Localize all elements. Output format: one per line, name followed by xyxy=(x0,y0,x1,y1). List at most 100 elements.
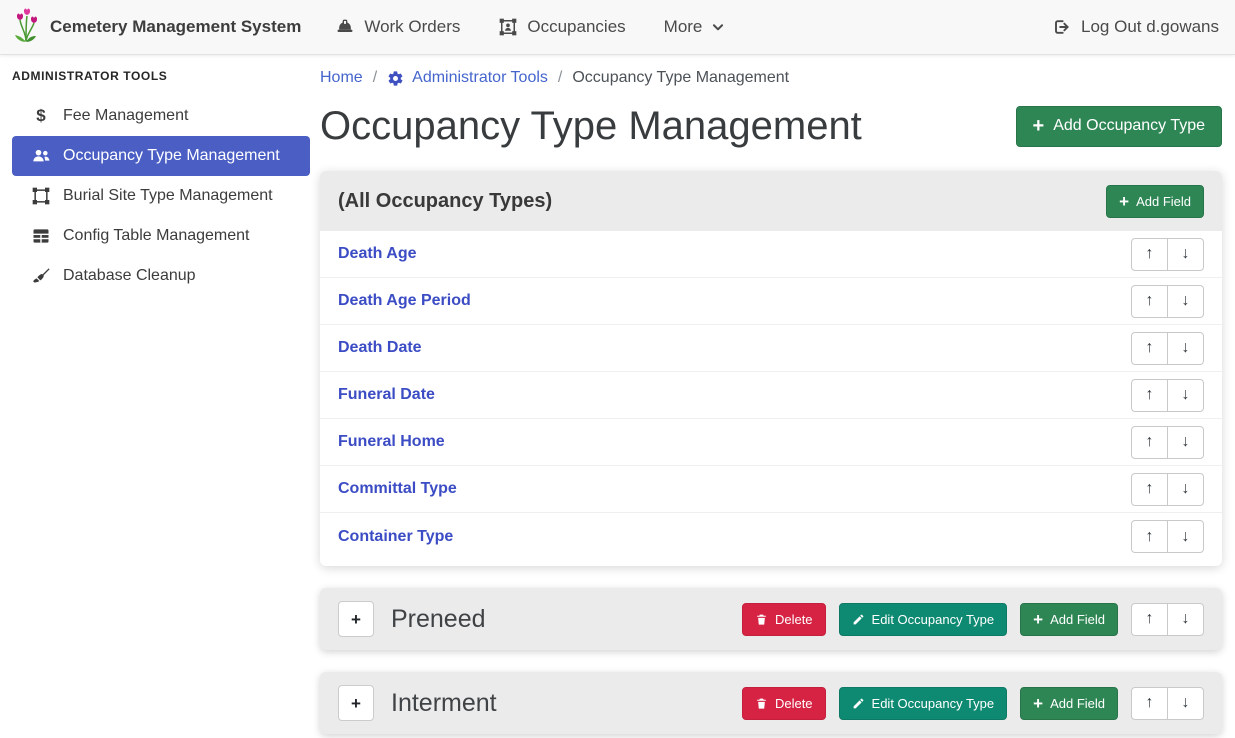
move-up-button[interactable]: ↑ xyxy=(1131,473,1168,506)
field-link-funeral-home[interactable]: Funeral Home xyxy=(338,433,445,451)
sidebar: Administrator Tools $ Fee Management Occ… xyxy=(0,55,320,738)
all-types-card-title: (All Occupancy Types) xyxy=(338,190,552,213)
top-navbar: Cemetery Management System Work Orders xyxy=(0,0,1235,55)
expand-button[interactable]: + xyxy=(338,601,374,637)
field-link-container-type[interactable]: Container Type xyxy=(338,528,453,546)
delete-button[interactable]: Delete xyxy=(742,687,826,720)
reorder-controls: ↑ ↓ xyxy=(1131,603,1204,636)
breadcrumb: Home / Administrator Tools / Occupancy T… xyxy=(320,69,1222,87)
move-up-button[interactable]: ↑ xyxy=(1131,426,1168,459)
logout-label: Log Out d.gowans xyxy=(1081,17,1219,37)
move-down-button[interactable]: ↓ xyxy=(1167,238,1204,271)
up-arrow-icon: ↑ xyxy=(1146,611,1154,627)
down-arrow-icon: ↓ xyxy=(1182,434,1190,450)
move-down-button[interactable]: ↓ xyxy=(1167,520,1204,553)
expand-button[interactable]: + xyxy=(338,685,374,721)
main-content: Home / Administrator Tools / Occupancy T… xyxy=(320,55,1235,738)
move-down-button[interactable]: ↓ xyxy=(1167,603,1204,636)
move-up-button[interactable]: ↑ xyxy=(1131,603,1168,636)
add-field-button[interactable]: + Add Field xyxy=(1106,185,1204,218)
sidebar-item-burial-site-type-management[interactable]: Burial Site Type Management xyxy=(12,176,310,216)
broom-icon xyxy=(30,266,52,286)
brand[interactable]: Cemetery Management System xyxy=(12,7,301,48)
page-header: Occupancy Type Management + Add Occupanc… xyxy=(320,103,1222,149)
move-down-button[interactable]: ↓ xyxy=(1167,473,1204,506)
sidebar-item-database-cleanup[interactable]: Database Cleanup xyxy=(12,256,310,296)
add-field-label: Add Field xyxy=(1050,612,1105,627)
field-link-death-age-period[interactable]: Death Age Period xyxy=(338,292,471,310)
move-up-button[interactable]: ↑ xyxy=(1131,332,1168,365)
move-up-button[interactable]: ↑ xyxy=(1131,238,1168,271)
field-link-committal-type[interactable]: Committal Type xyxy=(338,480,457,498)
move-down-button[interactable]: ↓ xyxy=(1167,332,1204,365)
field-row: Death Age ↑ ↓ xyxy=(320,231,1222,278)
delete-button[interactable]: Delete xyxy=(742,603,826,636)
down-arrow-icon: ↓ xyxy=(1182,340,1190,356)
up-arrow-icon: ↑ xyxy=(1146,293,1154,309)
reorder-controls: ↑ ↓ xyxy=(1131,426,1204,459)
field-row: Death Age Period ↑ ↓ xyxy=(320,278,1222,325)
sidebar-item-label: Config Table Management xyxy=(63,227,250,245)
gear-icon xyxy=(387,70,404,87)
reorder-controls: ↑ ↓ xyxy=(1131,473,1204,506)
nav-item-label: Work Orders xyxy=(364,17,460,37)
section-title: Preneed xyxy=(391,605,486,634)
field-row: Death Date ↑ ↓ xyxy=(320,325,1222,372)
vector-square-icon xyxy=(30,186,52,206)
breadcrumb-separator: / xyxy=(373,69,377,87)
add-occupancy-type-button[interactable]: + Add Occupancy Type xyxy=(1016,106,1222,147)
field-link-death-date[interactable]: Death Date xyxy=(338,339,422,357)
pencil-icon xyxy=(852,613,865,626)
add-field-button[interactable]: + Add Field xyxy=(1020,603,1118,636)
nav-item-more[interactable]: More xyxy=(664,17,726,37)
up-arrow-icon: ↑ xyxy=(1146,481,1154,497)
navbar-links: Work Orders Occupancies M xyxy=(335,17,725,37)
section-actions: Delete Edit Occupancy Type + Add Field ↑ xyxy=(742,687,1204,720)
field-row: Funeral Home ↑ ↓ xyxy=(320,419,1222,466)
move-down-button[interactable]: ↓ xyxy=(1167,285,1204,318)
edit-occupancy-type-button[interactable]: Edit Occupancy Type xyxy=(839,603,1008,636)
sidebar-item-config-table-management[interactable]: Config Table Management xyxy=(12,216,310,256)
dollar-icon: $ xyxy=(30,106,52,126)
reorder-controls: ↑ ↓ xyxy=(1131,520,1204,553)
down-arrow-icon: ↓ xyxy=(1182,695,1190,711)
up-arrow-icon: ↑ xyxy=(1146,340,1154,356)
plus-icon: + xyxy=(1119,193,1129,210)
breadcrumb-admin-tools-link[interactable]: Administrator Tools xyxy=(387,69,548,87)
add-occupancy-type-label: Add Occupancy Type xyxy=(1053,117,1205,135)
page-title: Occupancy Type Management xyxy=(320,103,862,149)
brand-title: Cemetery Management System xyxy=(50,17,301,37)
pencil-icon xyxy=(852,697,865,710)
edit-occupancy-type-label: Edit Occupancy Type xyxy=(872,612,995,627)
move-up-button[interactable]: ↑ xyxy=(1131,285,1168,318)
move-up-button[interactable]: ↑ xyxy=(1131,379,1168,412)
move-up-button[interactable]: ↑ xyxy=(1131,687,1168,720)
plus-icon: + xyxy=(1033,695,1043,712)
app-root: Cemetery Management System Work Orders xyxy=(0,0,1235,738)
breadcrumb-home-link[interactable]: Home xyxy=(320,69,363,87)
field-link-death-age[interactable]: Death Age xyxy=(338,245,417,263)
edit-occupancy-type-label: Edit Occupancy Type xyxy=(872,696,995,711)
logout-button[interactable]: Log Out d.gowans xyxy=(1051,17,1219,37)
nav-item-label: Occupancies xyxy=(527,17,625,37)
move-up-button[interactable]: ↑ xyxy=(1131,520,1168,553)
down-arrow-icon: ↓ xyxy=(1182,246,1190,262)
edit-occupancy-type-button[interactable]: Edit Occupancy Type xyxy=(839,687,1008,720)
nav-item-work-orders[interactable]: Work Orders xyxy=(335,17,460,37)
add-field-button[interactable]: + Add Field xyxy=(1020,687,1118,720)
sidebar-heading: Administrator Tools xyxy=(12,63,310,96)
reorder-controls: ↑ ↓ xyxy=(1131,332,1204,365)
move-down-button[interactable]: ↓ xyxy=(1167,687,1204,720)
down-arrow-icon: ↓ xyxy=(1182,529,1190,545)
breadcrumb-separator: / xyxy=(558,69,562,87)
breadcrumb-current: Occupancy Type Management xyxy=(572,69,789,87)
move-down-button[interactable]: ↓ xyxy=(1167,379,1204,412)
field-row: Committal Type ↑ ↓ xyxy=(320,466,1222,513)
down-arrow-icon: ↓ xyxy=(1182,293,1190,309)
trash-icon xyxy=(755,697,768,710)
field-link-funeral-date[interactable]: Funeral Date xyxy=(338,386,435,404)
move-down-button[interactable]: ↓ xyxy=(1167,426,1204,459)
sidebar-item-fee-management[interactable]: $ Fee Management xyxy=(12,96,310,136)
sidebar-item-occupancy-type-management[interactable]: Occupancy Type Management xyxy=(12,136,310,176)
nav-item-occupancies[interactable]: Occupancies xyxy=(498,17,625,37)
